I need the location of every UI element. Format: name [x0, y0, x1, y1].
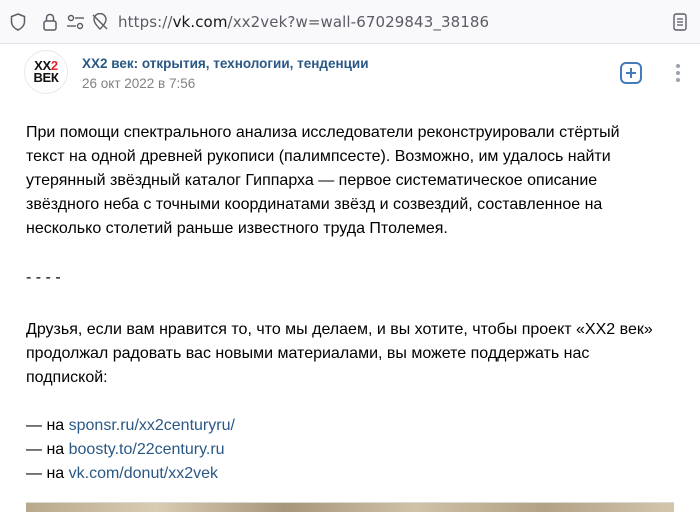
post-image[interactable] — [26, 502, 674, 512]
list-item: — на boosty.to/22century.ru — [26, 441, 225, 458]
donut-link[interactable]: vk.com/donut/xx2vek — [69, 465, 218, 482]
post-author-link[interactable]: XX2 век: открытия, технологии, тенденции — [82, 56, 369, 71]
add-button[interactable] — [620, 62, 642, 84]
lock-icon[interactable] — [40, 12, 60, 32]
url-path: /xx2vek?w=wall-67029843_38186 — [227, 13, 490, 31]
browser-address-bar: https://vk.com/xx2vek?w=wall-67029843_38… — [0, 0, 700, 44]
list-item: — на vk.com/donut/xx2vek — [26, 465, 219, 482]
more-icon[interactable] — [668, 62, 688, 84]
url-field[interactable]: https://vk.com/xx2vek?w=wall-67029843_38… — [118, 13, 489, 31]
support-links: — на sponsr.ru/xx2centuryru/ — на boosty… — [26, 414, 676, 486]
text-line: При помощи спектрального анализа исследо… — [26, 124, 620, 141]
text-line: несколько столетий раньше известного тру… — [26, 220, 448, 237]
url-host: vk.com — [172, 13, 228, 31]
text-line: продолжал радовать вас новыми материалам… — [26, 345, 590, 362]
text-line: Друзья, если вам нравится то, что мы дел… — [26, 321, 653, 338]
post-paragraph-2: Друзья, если вам нравится то, что мы дел… — [26, 318, 676, 390]
url-prefix: https:// — [118, 13, 173, 31]
shield-icon[interactable] — [8, 12, 28, 32]
boosty-link[interactable]: boosty.to/22century.ru — [69, 441, 225, 458]
avatar[interactable]: XX2 ВЕК — [24, 50, 68, 94]
text-line: утерянный звёздный каталог Гиппарха — пе… — [26, 172, 598, 189]
tracking-off-icon[interactable] — [90, 12, 110, 32]
text-line: текст на одной древней рукописи (палимпс… — [26, 148, 611, 165]
post-paragraph-1: При помощи спектрального анализа исследо… — [26, 121, 676, 241]
add-icon — [626, 68, 636, 78]
post-date[interactable]: 26 окт 2022 в 7:56 — [82, 76, 195, 91]
reader-view-icon[interactable] — [670, 12, 690, 32]
avatar-logo-line2: ВЕК — [33, 70, 59, 85]
list-item: — на sponsr.ru/xx2centuryru/ — [26, 417, 235, 434]
post-separator: - - - - — [26, 269, 61, 286]
sponsr-link[interactable]: sponsr.ru/xx2centuryru/ — [69, 417, 235, 434]
text-line: подпиской: — [26, 369, 108, 386]
text-line: звёздного неба с точными координатами зв… — [26, 196, 603, 213]
permissions-icon[interactable] — [66, 12, 86, 32]
